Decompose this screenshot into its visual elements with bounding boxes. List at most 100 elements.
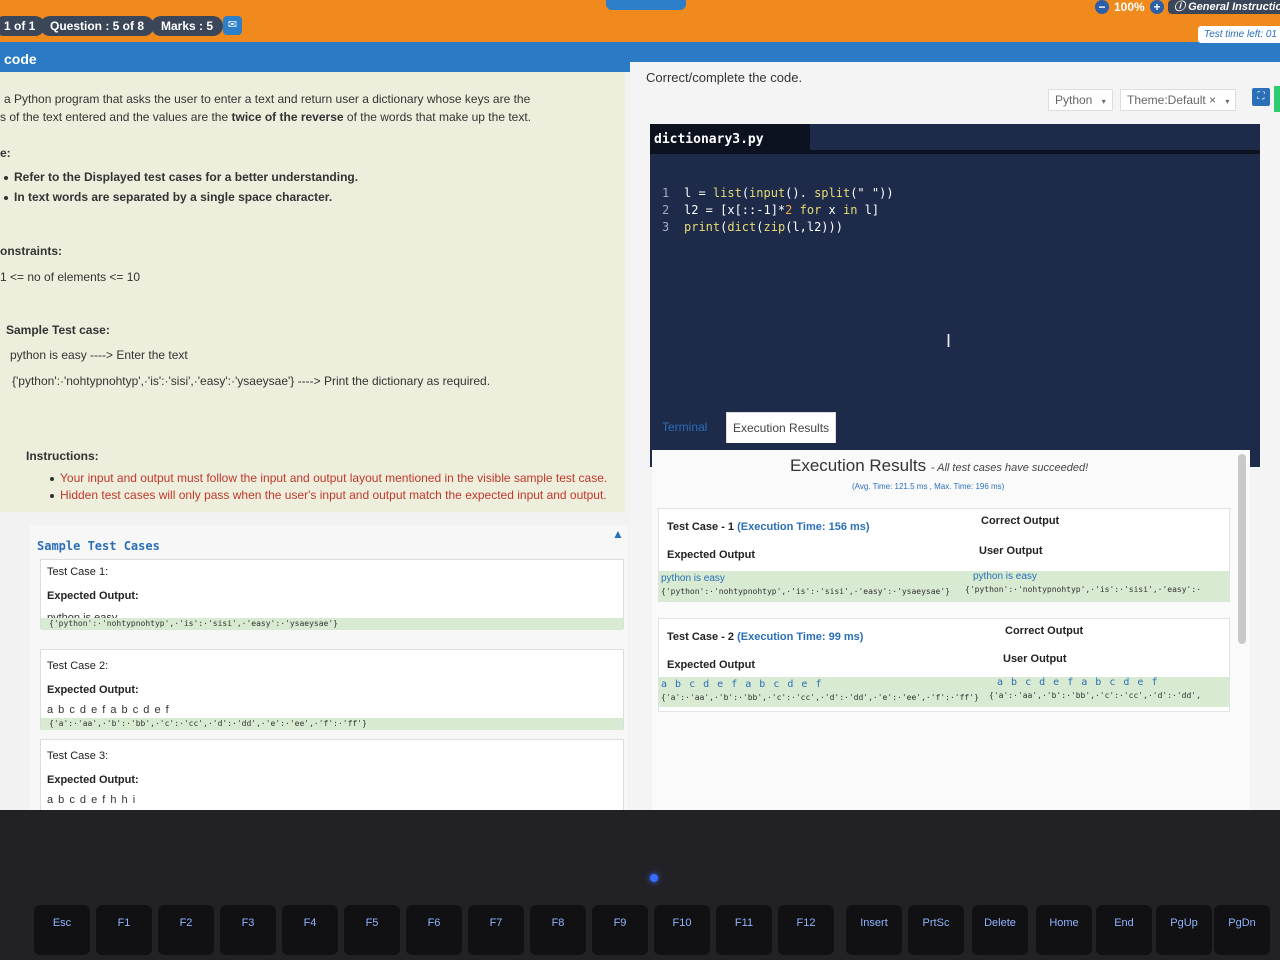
screen: 1 of 1 Question : 5 of 8 Marks : 5 ✉ − 1… [0, 0, 1280, 810]
result-case-1: Test Case - 1 (Execution Time: 156 ms) C… [658, 508, 1230, 602]
results-title-text: Execution Results [790, 456, 927, 475]
constraints-label: onstraints: [0, 244, 63, 258]
question-line-1: a Python program that asks the user to e… [4, 92, 531, 106]
top-bar: 1 of 1 Question : 5 of 8 Marks : 5 ✉ − 1… [0, 0, 1280, 42]
result-output-row: a b c d e f a b c d e f {'a':·'aa',·'b':… [659, 677, 1229, 707]
code-line-1[interactable]: 1 l = list(input(). split(" ")) [662, 186, 894, 200]
run-button[interactable] [1274, 86, 1280, 112]
result-case-label: Test Case - 1 [667, 521, 735, 533]
result-case-header: Test Case - 2 (Execution Time: 99 ms) [667, 631, 863, 643]
key-pgup[interactable]: PgUp [1156, 905, 1212, 955]
expected-output: {'a':·'aa',·'b':·'bb',·'c':·'cc',·'d':·'… [661, 693, 979, 702]
expected-output: {'python':·'nohtypnohtyp',·'is':·'sisi',… [661, 587, 950, 596]
user-input: python is easy [973, 571, 1037, 582]
sample-case-2: Test Case 2: Expected Output: a b c d e … [40, 649, 624, 730]
marks-pill: Marks : 5 [151, 16, 224, 36]
code-token: l] [864, 203, 880, 217]
sample-case-output: {'a':·'aa',·'b':·'bb',·'c':·'cc',·'d':·'… [41, 718, 623, 730]
sample-case-output: {'python':·'nohtypnohtyp',·'is':·'sisi',… [41, 618, 623, 630]
results-scrollbar[interactable] [1238, 454, 1246, 644]
sample-case-input: a b c d e f a b c d e f [47, 704, 170, 716]
code-line-2[interactable]: 2 l2 = [x[::-1]*2 for x in l] [662, 203, 879, 217]
sample-case-expected-label: Expected Output: [47, 684, 139, 696]
instruction-1: Your input and output must follow the in… [50, 471, 607, 485]
key-f6[interactable]: F6 [406, 905, 462, 955]
expected-output-label: Expected Output [667, 659, 756, 671]
key-f12[interactable]: F12 [778, 905, 834, 955]
key-f9[interactable]: F9 [592, 905, 648, 955]
expected-input: a b c d e f a b c d e f [661, 679, 823, 690]
key-esc[interactable]: Esc [34, 905, 90, 955]
results-title: Execution Results - All test cases have … [790, 456, 1088, 476]
sample-input: python is easy ----> Enter the text [10, 348, 188, 362]
question-pill[interactable]: Question : 5 of 8 [40, 16, 155, 36]
key-prtsc[interactable]: PrtSc [908, 905, 964, 955]
center-tab[interactable] [606, 0, 686, 10]
key-f1[interactable]: F1 [96, 905, 152, 955]
key-f3[interactable]: F3 [220, 905, 276, 955]
key-f2[interactable]: F2 [158, 905, 214, 955]
sample-case-input: a b c d e f h h i [47, 794, 137, 806]
theme-select[interactable]: Theme:Default × ▾ [1120, 89, 1237, 111]
key-f8[interactable]: F8 [530, 905, 586, 955]
result-output-row: python is easy {'python':·'nohtypnohtyp'… [659, 571, 1229, 601]
expected-output-label: Expected Output [667, 549, 756, 561]
key-insert[interactable]: Insert [846, 905, 902, 955]
general-instructions-label: General Instructions [1188, 1, 1280, 13]
tab-execution-results[interactable]: Execution Results [726, 412, 837, 443]
question-line-2-post: of the words that make up the text. [343, 110, 531, 124]
chevron-up-icon[interactable]: ▲ [612, 527, 624, 541]
key-f7[interactable]: F7 [468, 905, 524, 955]
editor-instruction: Correct/complete the code. [646, 70, 803, 85]
key-f5[interactable]: F5 [344, 905, 400, 955]
key-f4[interactable]: F4 [282, 905, 338, 955]
code-token: x [828, 203, 836, 217]
result-case-header: Test Case - 1 (Execution Time: 156 ms) [667, 521, 870, 533]
results-success-text: - All test cases have succeeded! [930, 462, 1089, 474]
zoom-out-icon[interactable]: − [1095, 0, 1109, 14]
language-select[interactable]: Python ▾ [1048, 89, 1113, 111]
close-icon[interactable]: × [1209, 93, 1216, 107]
sample-case-label: Test Case 1: [47, 566, 109, 578]
general-instructions-button[interactable]: ⓘ General Instructions [1168, 0, 1280, 14]
line-number: 2 [662, 203, 670, 217]
result-case-2: Test Case - 2 (Execution Time: 99 ms) Co… [658, 618, 1230, 712]
code-token: split [814, 186, 851, 200]
code-token: dict [727, 220, 757, 234]
zoom-level: 100% [1114, 0, 1145, 14]
tab-terminal[interactable]: Terminal [656, 412, 713, 442]
sample-case-expected-label: Expected Output: [47, 590, 139, 602]
bullet-icon [50, 493, 54, 498]
correct-output-label: Correct Output [1005, 625, 1084, 637]
code-token: list [712, 186, 742, 200]
key-pgdn[interactable]: PgDn [1214, 905, 1270, 955]
section-pill[interactable]: 1 of 1 [0, 16, 46, 36]
code-token: l2 = [x[::-1]* [684, 203, 786, 217]
text-cursor-icon: I [946, 331, 952, 351]
code-line-3[interactable]: 3 print(dict(zip(l,l2))) [662, 220, 843, 234]
editor-panel: Correct/complete the code. Python ▾ Them… [630, 62, 1280, 810]
code-token: in [835, 203, 865, 217]
zoom-in-icon[interactable]: + [1150, 0, 1164, 14]
user-output: {'a':·'aa',·'b':·'bb',·'c':·'cc',·'d':·'… [989, 691, 1201, 700]
fullscreen-icon[interactable]: ⛶ [1252, 88, 1270, 106]
code-token: ( [741, 186, 750, 200]
key-f11[interactable]: F11 [716, 905, 772, 955]
chat-bubble-icon[interactable]: ✉ [223, 16, 242, 35]
bullet-icon [4, 195, 8, 200]
key-home[interactable]: Home [1036, 905, 1092, 955]
key-end[interactable]: End [1096, 905, 1152, 955]
time-left-badge: Test time left: 01 [1198, 26, 1280, 43]
note-item-2: In text words are separated by a single … [4, 190, 332, 204]
result-case-label: Test Case - 2 [667, 631, 735, 643]
instructions-label: Instructions: [26, 449, 99, 463]
question-line-2-pre: s of the text entered and the values are… [0, 110, 232, 124]
file-tab[interactable]: dictionary3.py [650, 124, 810, 154]
user-input: a b c d e f a b c d e f [997, 677, 1159, 688]
key-delete[interactable]: Delete [972, 905, 1028, 955]
key-f10[interactable]: F10 [654, 905, 710, 955]
constraint-1: 1 <= no of elements <= 10 [0, 270, 141, 284]
language-value: Python [1055, 93, 1093, 107]
correct-output-label: Correct Output [981, 515, 1060, 527]
chevron-down-icon: ▾ [1101, 97, 1106, 106]
